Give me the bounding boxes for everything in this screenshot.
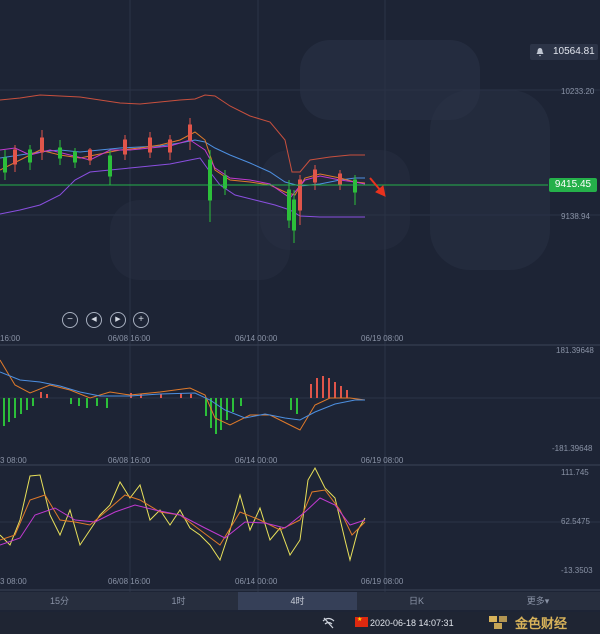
pan-left-button[interactable]: ◀: [86, 312, 102, 328]
time-label: 06/08 16:00: [108, 334, 151, 343]
kdj-axis-top: 111.745: [561, 468, 589, 477]
time-label: 06/08 16:00: [108, 456, 151, 465]
period-tabs: 15分 1时 4时 日K 更多▾: [0, 592, 600, 610]
tab-15m[interactable]: 15分: [0, 592, 119, 610]
brand-name: 金色财经: [515, 616, 568, 631]
kdj-axis-bottom: -13.3503: [561, 566, 593, 575]
map-texture: [110, 40, 550, 280]
no-signal-icon[interactable]: [322, 617, 335, 629]
tab-1d[interactable]: 日K: [357, 592, 476, 610]
time-label: 06/08 16:00: [108, 577, 151, 586]
tab-1h[interactable]: 1时: [119, 592, 238, 610]
bell-icon: [536, 48, 544, 57]
time-label: 06/14 00:00: [235, 334, 278, 343]
macd-axis-top: 181.39648: [556, 346, 594, 355]
time-label: 06/19 08:00: [361, 577, 404, 586]
pan-right-button[interactable]: ▶: [110, 312, 126, 328]
time-label: 3 08:00: [0, 577, 27, 586]
kdj-k-line: [0, 489, 366, 546]
zoom-in-button[interactable]: +: [133, 312, 149, 328]
tab-more[interactable]: 更多▾: [476, 592, 600, 610]
brand-logo-icon: [489, 616, 507, 629]
alert-value: 10564.81: [553, 46, 595, 57]
kdj-j-line: [0, 466, 366, 562]
price-axis-label-upper: 10233.20: [561, 87, 595, 96]
macd-axis-bottom: -181.39648: [552, 444, 593, 453]
time-label: 16:00: [0, 334, 21, 343]
time-label: 06/19 08:00: [361, 456, 404, 465]
price-axis-label-lower: 9138.94: [561, 212, 590, 221]
status-bar: 2020-06-18 14:07:31: [0, 612, 600, 634]
time-label: 06/14 00:00: [235, 577, 278, 586]
time-label: 06/14 00:00: [235, 456, 278, 465]
kdj-axis-mid: 62.5475: [561, 517, 590, 526]
time-label: 06/19 08:00: [361, 334, 404, 343]
zoom-out-button[interactable]: −: [62, 312, 78, 328]
time-label: 3 08:00: [0, 456, 27, 465]
timestamp: 2020-06-18 14:07:31: [370, 618, 454, 628]
china-flag-icon: ★: [355, 617, 368, 627]
tab-4h[interactable]: 4时: [238, 592, 357, 610]
price-alert-badge[interactable]: 10564.81: [530, 44, 598, 60]
current-price-tag: 9415.45: [549, 178, 597, 192]
